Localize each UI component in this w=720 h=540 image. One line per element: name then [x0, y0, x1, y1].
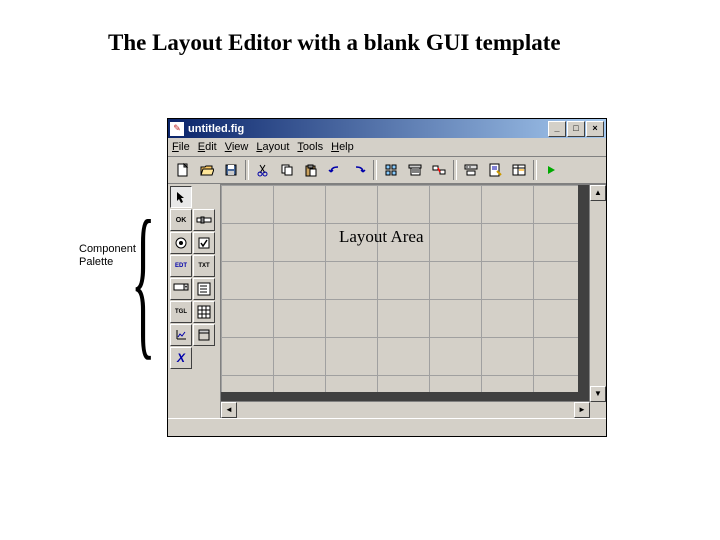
redo-button[interactable]: [347, 159, 371, 182]
menu-tools[interactable]: Tools: [297, 141, 323, 153]
status-bar: [168, 418, 606, 436]
toolbar-editor-button[interactable]: [459, 159, 483, 182]
title-bar: ✎ untitled.fig _ □ ×: [168, 119, 606, 138]
axes-tool[interactable]: [170, 324, 192, 346]
toggle-button-tool[interactable]: TGL: [170, 301, 192, 323]
brace-decoration: {: [131, 183, 155, 378]
toolbar: [168, 157, 606, 184]
menu-layout[interactable]: Layout: [256, 141, 289, 153]
activex-tool[interactable]: X: [170, 347, 192, 369]
menu-bar: File Edit View Layout Tools Help: [168, 138, 606, 157]
property-inspector-button[interactable]: [507, 159, 531, 182]
run-button[interactable]: [539, 159, 563, 182]
edit-text-tool[interactable]: EDT: [170, 255, 192, 277]
menu-view[interactable]: View: [225, 141, 249, 153]
panel-tool[interactable]: [193, 324, 215, 346]
component-palette: OK EDT TXT TGL X: [168, 184, 220, 418]
minimize-button[interactable]: _: [548, 121, 566, 137]
layout-area-label: Layout Area: [339, 227, 424, 247]
page-caption: The Layout Editor with a blank GUI templ…: [108, 30, 561, 56]
radio-button-tool[interactable]: [170, 232, 192, 254]
static-text-tool[interactable]: TXT: [193, 255, 215, 277]
paste-button[interactable]: [299, 159, 323, 182]
palette-annotation: Component Palette: [79, 243, 136, 269]
popup-menu-tool[interactable]: [170, 278, 192, 300]
menu-file[interactable]: File: [172, 141, 190, 153]
work-area: OK EDT TXT TGL X Layout Area ▲ ▼ ◄: [168, 184, 606, 418]
undo-button[interactable]: [323, 159, 347, 182]
window-title: untitled.fig: [188, 123, 548, 135]
layout-editor-window: ✎ untitled.fig _ □ × File Edit View Layo…: [167, 118, 607, 437]
table-tool[interactable]: [193, 301, 215, 323]
app-icon: ✎: [170, 122, 184, 136]
menu-help[interactable]: Help: [331, 141, 354, 153]
listbox-tool[interactable]: [193, 278, 215, 300]
scroll-down-button[interactable]: ▼: [590, 386, 606, 402]
copy-button[interactable]: [275, 159, 299, 182]
cut-button[interactable]: [251, 159, 275, 182]
horizontal-scrollbar[interactable]: ◄ ►: [221, 401, 590, 418]
open-button[interactable]: [195, 159, 219, 182]
canvas-container: Layout Area ▲ ▼ ◄ ►: [220, 184, 606, 418]
maximize-button[interactable]: □: [567, 121, 585, 137]
scroll-right-button[interactable]: ►: [574, 402, 590, 418]
vertical-scrollbar[interactable]: ▲ ▼: [589, 185, 606, 402]
m-file-editor-button[interactable]: [483, 159, 507, 182]
scroll-left-button[interactable]: ◄: [221, 402, 237, 418]
menu-editor-button[interactable]: [403, 159, 427, 182]
scroll-up-button[interactable]: ▲: [590, 185, 606, 201]
new-button[interactable]: [171, 159, 195, 182]
select-tool[interactable]: [170, 186, 192, 208]
align-button[interactable]: [379, 159, 403, 182]
slider-tool[interactable]: [193, 209, 215, 231]
close-button[interactable]: ×: [586, 121, 604, 137]
menu-edit[interactable]: Edit: [198, 141, 217, 153]
pushbutton-tool[interactable]: OK: [170, 209, 192, 231]
tab-order-button[interactable]: [427, 159, 451, 182]
layout-grid[interactable]: [221, 185, 590, 402]
save-button[interactable]: [219, 159, 243, 182]
checkbox-tool[interactable]: [193, 232, 215, 254]
